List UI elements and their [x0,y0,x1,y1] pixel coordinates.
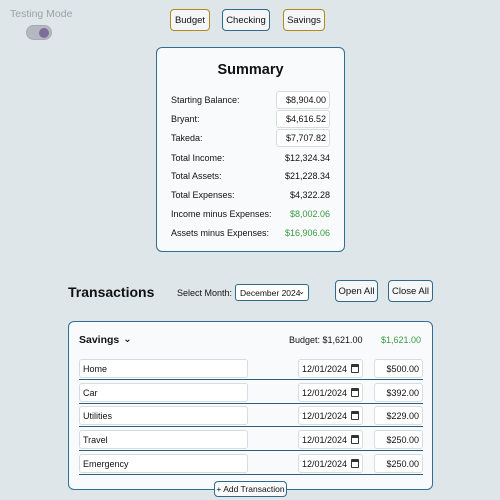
summary-label: Income minus Expenses: [171,208,272,219]
transaction-name-input[interactable]: Travel [79,430,248,449]
summary-label: Bryant: [171,113,200,124]
budget-button[interactable]: Budget [170,9,210,31]
summary-row-total-income: Total Income: $12,324.34 [171,148,330,167]
calendar-icon[interactable] [351,435,359,444]
transaction-date-input[interactable]: 12/01/2024 [298,430,363,449]
transaction-name-input[interactable]: Home [79,359,248,378]
transaction-amount-input[interactable]: $392.00 [374,383,423,402]
transaction-amount-input[interactable]: $250.00 [374,430,423,449]
total-income-value: $12,324.34 [284,152,330,163]
calendar-icon[interactable] [351,388,359,397]
testing-mode-toggle[interactable] [26,25,52,40]
summary-label: Total Expenses: [171,189,235,200]
summary-label: Takeda: [171,132,203,143]
category-title: Savings [79,334,120,346]
transaction-name-input[interactable]: Emergency [79,454,248,473]
chevron-down-icon: ⌄ [298,287,305,296]
date-value: 12/01/2024 [302,410,348,421]
summary-label: Starting Balance: [171,94,240,105]
starting-balance-input[interactable]: $8,904.00 [276,90,330,109]
savings-category-header[interactable]: Savings ⌄ [79,334,132,347]
transaction-date-input[interactable]: 12/01/2024 [298,406,363,425]
summary-row-total-expenses: Total Expenses: $4,322.28 [171,185,330,204]
month-select[interactable]: December 2024 ⌄ [235,284,309,301]
transaction-date-input[interactable]: 12/01/2024 [298,454,363,473]
transaction-date-input[interactable]: 12/01/2024 [298,383,363,402]
calendar-icon[interactable] [351,459,359,468]
summary-row-takeda: Takeda: $7,707.82 [171,128,330,147]
transaction-amount-input[interactable]: $229.00 [374,406,423,425]
date-value: 12/01/2024 [302,458,348,469]
testing-mode-label: Testing Mode [10,8,73,20]
summary-row-income-minus-expenses: Income minus Expenses: $8,002.06 [171,204,330,223]
summary-panel: Summary Starting Balance: $8,904.00 Brya… [156,47,345,252]
transaction-row: Home 12/01/2024 $500.00 [79,359,423,380]
transaction-name-input[interactable]: Utilities [79,406,248,425]
selected-month: December 2024 [240,287,301,298]
calendar-icon[interactable] [351,364,359,373]
bryant-input[interactable]: $4,616.52 [276,109,330,128]
chevron-down-icon[interactable]: ⌄ [123,334,131,345]
date-value: 12/01/2024 [302,363,348,374]
summary-label: Assets minus Expenses: [171,227,270,238]
calendar-icon[interactable] [351,411,359,420]
transaction-name-input[interactable]: Car [79,383,248,402]
transaction-row: Car 12/01/2024 $392.00 [79,383,423,404]
select-month-label: Select Month: [177,288,233,298]
transaction-row: Travel 12/01/2024 $250.00 [79,430,423,451]
summary-row-total-assets: Total Assets: $21,228.34 [171,166,330,185]
summary-row-assets-minus-expenses: Assets minus Expenses: $16,906.06 [171,223,330,242]
summary-row-starting-balance: Starting Balance: $8,904.00 [171,90,330,109]
summary-row-bryant: Bryant: $4,616.52 [171,109,330,128]
checking-button[interactable]: Checking [222,9,270,31]
transaction-row: Emergency 12/01/2024 $250.00 [79,454,423,475]
transaction-date-input[interactable]: 12/01/2024 [298,359,363,378]
transaction-amount-input[interactable]: $500.00 [374,359,423,378]
income-minus-expenses-value: $8,002.06 [289,208,330,219]
category-total: $1,621.00 [380,335,421,345]
assets-minus-expenses-value: $16,906.06 [284,227,330,238]
transactions-title: Transactions [68,284,155,300]
category-budget: Budget: $1,621.00 [289,335,363,345]
total-expenses-value: $4,322.28 [289,189,330,200]
toggle-knob [39,28,49,38]
savings-button[interactable]: Savings [283,9,325,31]
total-assets-value: $21,228.34 [284,170,330,181]
transaction-row: Utilities 12/01/2024 $229.00 [79,406,423,427]
close-all-button[interactable]: Close All [388,280,433,302]
takeda-input[interactable]: $7,707.82 [276,128,330,147]
date-value: 12/01/2024 [302,434,348,445]
summary-label: Total Income: [171,152,225,163]
transaction-amount-input[interactable]: $250.00 [374,454,423,473]
add-transaction-button[interactable]: + Add Transaction [214,481,287,497]
summary-label: Total Assets: [171,170,222,181]
summary-title: Summary [217,62,284,78]
savings-category-card: Savings ⌄ Budget: $1,621.00 $1,621.00 Ho… [68,321,433,490]
open-all-button[interactable]: Open All [335,280,378,302]
date-value: 12/01/2024 [302,387,348,398]
